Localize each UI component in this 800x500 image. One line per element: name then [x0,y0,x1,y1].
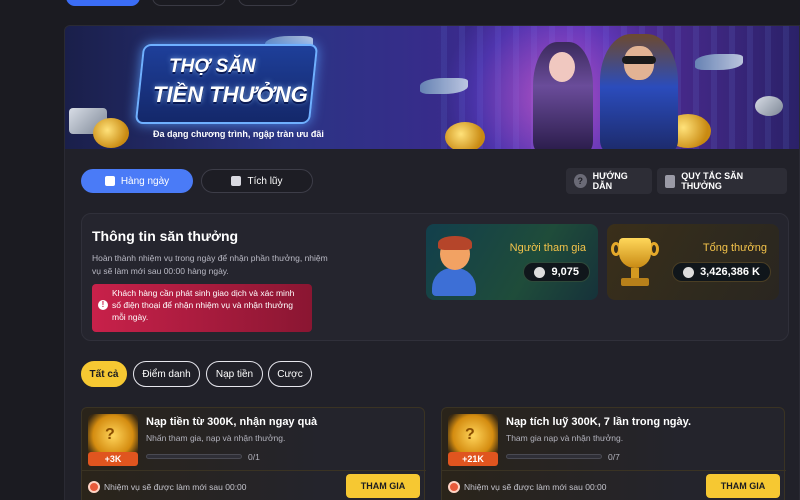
filter-bet[interactable]: Cược [268,361,312,387]
bounty-panel: THỢ SĂN TIỀN THƯỞNG Đa dạng chương trình… [64,25,800,500]
info-title: Thông tin săn thưởng [92,228,239,244]
prize-value: 3,426,386 K [700,266,760,278]
tab-daily-label: Hàng ngày [120,175,170,187]
join-button[interactable]: THAM GIA [346,474,420,498]
clock-icon [88,481,100,493]
task-description: Nhấn tham gia, nạp và nhận thưởng. [146,433,286,443]
banner-subtitle: Đa dạng chương trình, ngập tràn ưu đãi [153,129,324,139]
players-value: 9,075 [551,266,579,278]
task-reset-text: Nhiệm vụ sẽ được làm mới sau 00:00 [104,482,247,492]
guide-button-label: HƯỚNG DẪN [592,171,628,191]
banner-title-line1: THỢ SĂN [169,56,256,77]
silver-coin-image [755,96,783,116]
players-label: Người tham gia [509,242,586,254]
task-progress-bar [146,454,242,459]
warning-text: Khách hàng cần phát sinh giao dịch và xá… [112,288,295,322]
calendar-icon [104,176,115,186]
task-reset-text: Nhiệm vụ sẽ được làm mới sau 00:00 [464,482,607,492]
promo-banner: THỢ SĂN TIỀN THƯỞNG Đa dạng chương trình… [65,26,799,149]
bonus-badge: +3K [88,452,138,466]
prize-label: Tổng thưởng [702,242,767,254]
bounty-info-card: Thông tin săn thưởng Hoàn thành nhiệm vụ… [81,213,789,341]
person-avatar-icon [432,236,476,298]
task-progress-count: 0/7 [608,452,620,462]
spaceship-image [695,54,743,70]
task-title: Nạp tiền từ 300K, nhận ngay quà [146,416,318,428]
info-description: Hoàn thành nhiệm vụ trong ngày để nhận p… [92,253,328,276]
filter-checkin[interactable]: Điểm danh [133,361,200,387]
rules-button-label: QUY TẮC SĂN THƯỞNG [681,171,744,191]
clock-icon [448,481,460,493]
trophy-icon [611,234,659,296]
top-tab-active[interactable] [66,0,140,6]
spaceship-image [420,78,468,94]
filter-all[interactable]: Tất cả [81,361,127,387]
document-icon [665,174,676,188]
gold-coins-image [93,118,129,148]
guide-button[interactable]: ? HƯỚNG DẪN [566,168,652,194]
rules-button[interactable]: QUY TẮC SĂN THƯỞNG [657,168,787,194]
top-tab-2[interactable] [152,0,226,6]
tab-accumulate-label: Tích lũy [247,175,283,187]
task-card: ? +3K Nạp tiền từ 300K, nhận ngay quà Nh… [81,407,426,500]
gold-coins-image [445,122,485,149]
task-progress-count: 0/1 [248,452,260,462]
banner-title-line2: TIỀN THƯỞNG [153,82,308,107]
tab-daily[interactable]: Hàng ngày [81,169,193,193]
bonus-badge: +21K [448,452,498,466]
warning-box: ! Khách hàng cần phát sinh giao dịch và … [92,284,312,332]
top-tab-3[interactable] [238,0,298,6]
coin-icon [683,266,695,278]
prize-stat-card: Tổng thưởng 3,426,386 K [607,224,779,300]
banner-character-girl [533,42,593,149]
help-icon: ? [574,174,587,188]
task-progress-bar [506,454,602,459]
prize-value-badge: 3,426,386 K [672,262,771,282]
join-button[interactable]: THAM GIA [706,474,780,498]
task-card: ? +21K Nạp tích luỹ 300K, 7 lần trong ng… [441,407,786,500]
divider [442,470,786,471]
user-group-icon [534,266,546,278]
top-tabs [66,0,298,6]
task-description: Tham gia nạp và nhận thưởng. [506,433,624,443]
players-stat-card: Người tham gia 9,075 [426,224,598,300]
task-title: Nạp tích luỹ 300K, 7 lần trong ngày. [506,416,692,428]
players-value-badge: 9,075 [523,262,590,282]
tab-accumulate[interactable]: Tích lũy [201,169,313,193]
banner-character-guy [600,34,678,149]
filter-deposit[interactable]: Nạp tiền [206,361,263,387]
accumulate-icon [231,176,242,186]
divider [82,470,426,471]
info-icon: ! [98,300,108,310]
